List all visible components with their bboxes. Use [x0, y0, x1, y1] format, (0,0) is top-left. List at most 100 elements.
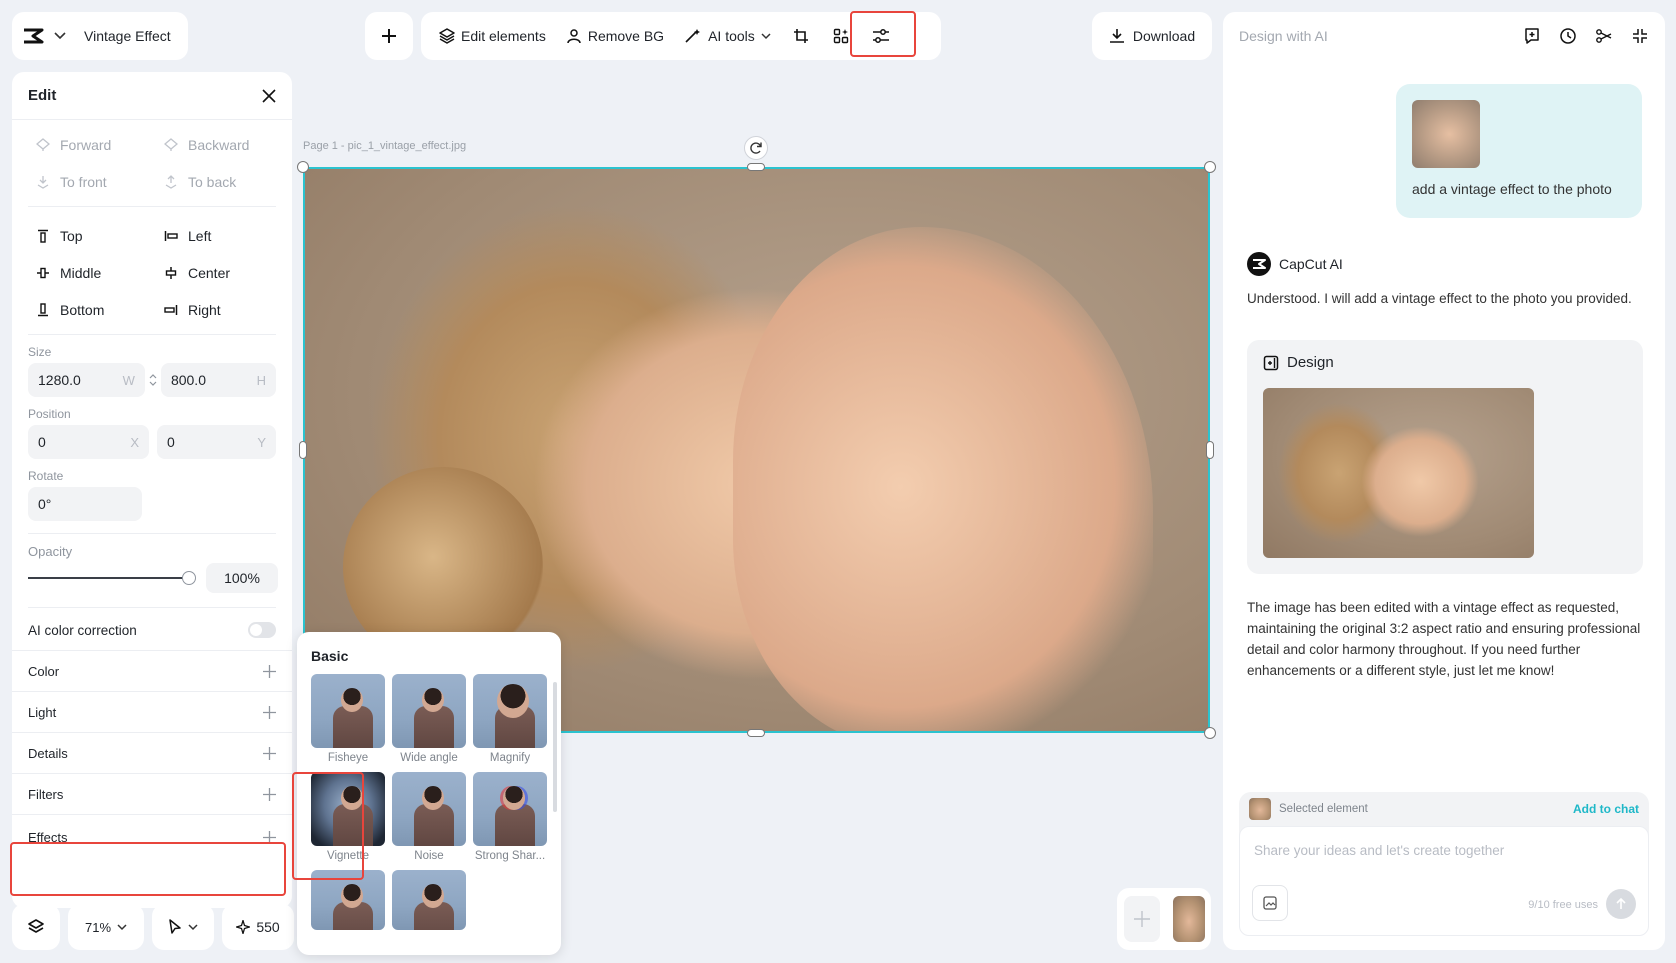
zoom-value: 71% — [84, 919, 112, 935]
opacity-label: Opacity — [28, 544, 73, 559]
history-icon[interactable] — [1559, 27, 1577, 45]
effect-magnify[interactable]: Magnify — [473, 674, 547, 768]
design-result-card[interactable]: Design — [1247, 340, 1643, 574]
lock-ratio-icon[interactable] — [149, 373, 157, 387]
download-button[interactable]: Download — [1092, 12, 1212, 60]
rotate-handle[interactable] — [744, 136, 768, 160]
align-right-label: Right — [188, 301, 221, 318]
effect-strong-sharpen[interactable]: Strong Shar... — [473, 772, 547, 866]
free-uses-counter: 9/10 free uses — [1528, 899, 1598, 911]
forward-icon — [36, 137, 50, 152]
attach-image-button[interactable] — [1252, 885, 1288, 921]
effect-item[interactable] — [311, 870, 385, 930]
chevron-down-icon — [117, 923, 127, 931]
chat-input-placeholder: Share your ideas and let's create togeth… — [1254, 843, 1505, 858]
collapse-icon[interactable] — [1631, 27, 1649, 45]
ai-color-correction-label: AI color correction — [28, 622, 137, 638]
edit-elements-button[interactable]: Edit elements — [431, 18, 554, 54]
design-result-image[interactable] — [1263, 388, 1534, 558]
section-effects[interactable]: Effects — [12, 814, 292, 860]
plus-icon — [263, 746, 276, 760]
pointer-tool-dropdown[interactable] — [152, 904, 214, 950]
effect-fisheye[interactable]: Fisheye — [311, 674, 385, 768]
opacity-slider-thumb[interactable] — [182, 571, 196, 585]
project-title[interactable]: Vintage Effect — [84, 28, 171, 44]
rotate-label: Rotate — [28, 469, 64, 483]
element-toolbar: Edit elements Remove BG AI tools — [421, 12, 941, 60]
rotate-input[interactable]: 0° — [28, 487, 142, 521]
effect-vignette-label: Vignette — [327, 850, 369, 862]
align-top-icon — [36, 229, 50, 243]
align-middle-button[interactable]: Middle — [36, 254, 164, 291]
position-y-input[interactable]: 0 Y — [156, 425, 276, 459]
size-label: Size — [28, 345, 52, 359]
layers-icon — [439, 28, 455, 44]
crop-button[interactable] — [783, 18, 819, 54]
ai-color-correction-toggle[interactable] — [248, 622, 276, 638]
section-color[interactable]: Color — [12, 650, 292, 691]
align-center-button[interactable]: Center — [164, 254, 292, 291]
effect-noise[interactable]: Noise — [392, 772, 466, 866]
magic-wand-icon — [684, 28, 702, 44]
smart-edit-button[interactable] — [823, 18, 859, 54]
resize-handle-top-right[interactable] — [1204, 161, 1216, 173]
resize-handle-right[interactable] — [1206, 441, 1214, 459]
page-strip — [1117, 888, 1211, 950]
ai-tools-button[interactable]: AI tools — [676, 18, 779, 54]
effect-wide-angle-label: Wide angle — [400, 752, 458, 764]
new-chat-icon[interactable] — [1523, 27, 1541, 45]
effect-wide-angle[interactable]: Wide angle — [392, 674, 466, 768]
effect-fisheye-label: Fisheye — [327, 752, 369, 764]
page-thumbnail[interactable] — [1172, 896, 1205, 942]
credits-button[interactable]: 550 — [222, 904, 294, 950]
user-message-image[interactable] — [1412, 100, 1480, 168]
align-right-button[interactable]: Right — [164, 291, 292, 328]
backward-button[interactable]: Backward — [164, 126, 292, 163]
position-x-input[interactable]: 0 X — [28, 425, 149, 459]
to-back-icon — [164, 174, 178, 189]
opacity-slider-track[interactable] — [28, 577, 188, 579]
width-value: 1280.0 — [38, 372, 81, 388]
zoom-dropdown[interactable]: 71% — [68, 904, 144, 950]
add-page-button[interactable] — [1123, 896, 1160, 942]
resize-handle-bottom-right[interactable] — [1204, 727, 1216, 739]
height-input[interactable]: 800.0 H — [160, 363, 276, 397]
add-to-chat-button[interactable]: Add to chat — [1573, 802, 1639, 816]
section-filters[interactable]: Filters — [12, 773, 292, 814]
page-label: Page 1 - pic_1_vintage_effect.jpg — [303, 140, 467, 152]
align-top-button[interactable]: Top — [36, 217, 164, 254]
share-icon[interactable] — [1595, 27, 1613, 45]
backward-icon — [164, 137, 178, 152]
to-back-button[interactable]: To back — [164, 163, 292, 200]
align-bottom-button[interactable]: Bottom — [36, 291, 164, 328]
section-light[interactable]: Light — [12, 691, 292, 732]
effect-vignette[interactable]: Vignette — [311, 772, 385, 866]
layers-button[interactable] — [12, 904, 60, 950]
resize-handle-top-left[interactable] — [297, 161, 309, 173]
opacity-input[interactable]: 100% — [206, 563, 278, 593]
close-icon[interactable] — [262, 88, 276, 103]
selected-element-label: Selected element — [1279, 803, 1368, 815]
plus-icon — [263, 831, 276, 844]
resize-handle-left[interactable] — [299, 441, 307, 459]
forward-button[interactable]: Forward — [36, 126, 164, 163]
position-x-value: 0 — [38, 434, 46, 450]
popover-scrollbar[interactable] — [553, 682, 557, 812]
send-button[interactable] — [1606, 889, 1636, 919]
resize-handle-top[interactable] — [747, 163, 765, 171]
adjust-button[interactable] — [863, 18, 899, 54]
plus-icon — [1133, 910, 1151, 928]
resize-handle-bottom[interactable] — [747, 729, 765, 737]
effect-item[interactable] — [392, 870, 466, 930]
section-details[interactable]: Details — [12, 732, 292, 773]
to-front-button[interactable]: To front — [36, 163, 164, 200]
align-left-button[interactable]: Left — [164, 217, 292, 254]
project-menu[interactable]: Vintage Effect — [12, 12, 188, 60]
chevron-down-icon[interactable] — [54, 32, 66, 40]
width-input[interactable]: 1280.0 W — [28, 363, 145, 397]
remove-bg-button[interactable]: Remove BG — [558, 18, 672, 54]
remove-bg-label: Remove BG — [587, 28, 665, 44]
add-element-button[interactable] — [365, 12, 413, 60]
user-message: add a vintage effect to the photo — [1396, 84, 1642, 218]
chat-input[interactable]: Share your ideas and let's create togeth… — [1239, 826, 1649, 936]
